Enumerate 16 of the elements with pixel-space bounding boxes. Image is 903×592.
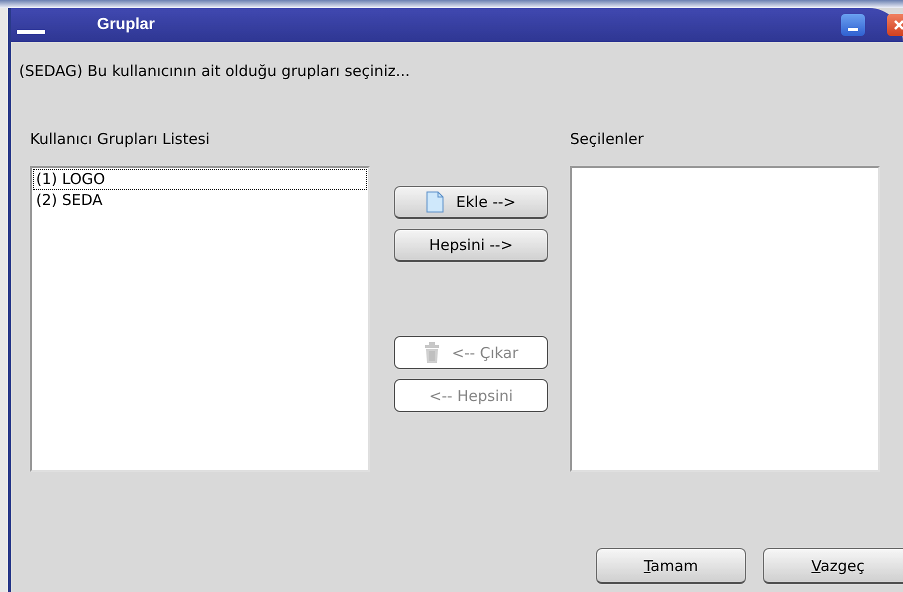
trash-icon (424, 342, 440, 364)
close-icon (893, 19, 903, 31)
list-item[interactable]: (1) LOGO (33, 169, 367, 190)
list-label: Seçilenler (570, 130, 645, 150)
list-label: Kullanıcı Grupları Listesi (30, 130, 211, 150)
minimize-button[interactable] (841, 14, 865, 36)
instruction-text: (SEDAG) Bu kullanıcının ait olduğu grupları seçiniz... (19, 62, 411, 80)
ok-button[interactable]: Tamam (596, 548, 746, 584)
cancel-button[interactable]: Vazgeç (763, 548, 903, 584)
document-icon (426, 191, 444, 213)
list-item[interactable]: (2) SEDA (33, 190, 367, 211)
minimize-icon (848, 28, 858, 32)
move-button[interactable]: Hepsini --> (394, 229, 548, 262)
group-list[interactable]: (1) LOGO (2) SEDA (30, 166, 370, 472)
window-title: Gruplar (97, 16, 155, 34)
move-button[interactable]: Ekle --> (394, 186, 548, 219)
